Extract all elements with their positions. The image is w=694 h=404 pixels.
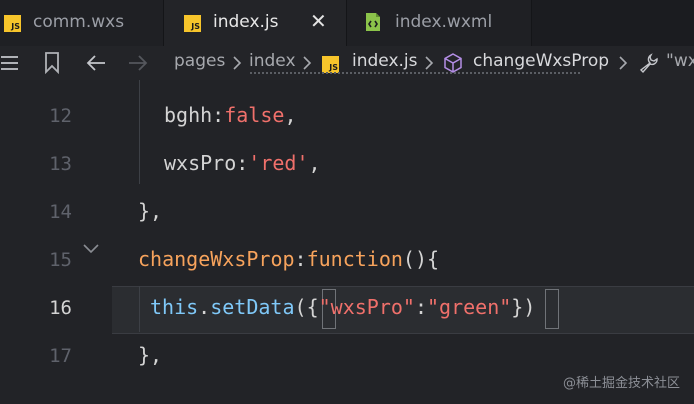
close-tab-icon[interactable]: ✕	[310, 11, 327, 31]
chevron-right-icon	[618, 55, 628, 71]
back-arrow-icon[interactable]	[86, 54, 106, 72]
indent-guide	[139, 80, 140, 184]
line-number-active: 16	[49, 297, 72, 319]
code-line-13: wxsPro:'red',	[164, 151, 321, 175]
wrench-icon	[638, 53, 658, 73]
breadcrumb-bar: pages index JS index.js changeWxsProp "w…	[0, 46, 694, 80]
code-line-16: this.setData({"wxsPro":"green"})	[150, 295, 536, 319]
tab-label: index.js	[213, 12, 279, 32]
tab-bar: JS comm.wxs JS index.js ✕ index.wxml	[0, 0, 694, 46]
breadcrumb-pages[interactable]: pages	[174, 51, 225, 71]
code-line-15: changeWxsProp:function(){	[138, 247, 440, 271]
tab-index-js[interactable]: JS index.js ✕	[164, 0, 346, 46]
wxml-file-icon	[365, 12, 381, 32]
tab-index-wxml[interactable]: index.wxml	[346, 0, 532, 46]
tab-label: comm.wxs	[33, 12, 125, 32]
chevron-right-icon	[232, 55, 242, 71]
line-number: 14	[49, 201, 72, 223]
forward-arrow-icon[interactable]	[128, 54, 148, 72]
clipped-line	[250, 68, 580, 74]
tab-label: index.wxml	[395, 12, 493, 32]
breadcrumb-overflow: "wx	[666, 51, 694, 71]
editor-window: JS comm.wxs JS index.js ✕ index.wxml pag…	[0, 0, 694, 404]
code-line-12: bghh:false,	[164, 103, 297, 127]
tab-comm-wxs[interactable]: JS comm.wxs	[0, 0, 164, 46]
fold-chevron-down-icon[interactable]	[82, 240, 100, 259]
js-file-icon: JS	[184, 15, 201, 32]
line-number: 15	[49, 249, 72, 271]
bookmark-icon[interactable]	[44, 52, 60, 74]
line-number: 17	[49, 345, 72, 367]
line-number: 12	[49, 105, 72, 127]
code-editor[interactable]: 12 13 14 15 16 17 bghh:false, wxsPro:'re…	[0, 72, 694, 404]
code-line-14: },	[138, 199, 163, 223]
bracket-match-highlight	[545, 289, 559, 329]
line-number: 13	[49, 153, 72, 175]
menu-icon[interactable]	[0, 54, 20, 72]
watermark: @稀土掘金技术社区	[562, 376, 680, 391]
js-file-icon: JS	[4, 15, 21, 32]
indent-guide	[139, 286, 140, 332]
code-line-17: },	[138, 343, 163, 367]
